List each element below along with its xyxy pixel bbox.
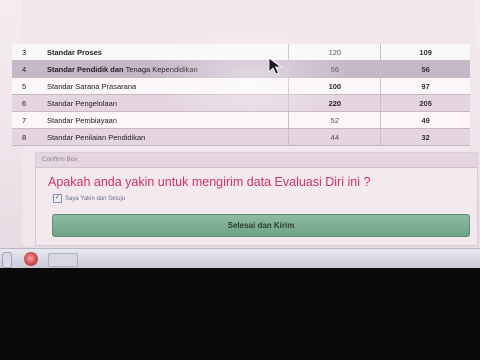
submit-button[interactable]: Selesai dan Kirim (52, 214, 470, 237)
confirmation-question: Apakah anda yakin untuk mengirim data Ev… (48, 175, 371, 189)
score-value: 32 (380, 128, 470, 146)
taskbar (0, 248, 480, 268)
table-row: 6 Standar Pengelolaan 220 205 (12, 94, 470, 112)
standard-name: Standar Sarana Prasarana (42, 77, 289, 95)
score-value: 44 (288, 128, 381, 146)
row-number: 4 (12, 60, 43, 78)
browser-icon[interactable] (24, 252, 38, 266)
row-number: 6 (12, 94, 43, 112)
evaluation-table: 3 Standar Proses 120 109 4 Standar Pendi… (12, 44, 470, 146)
score-value: 120 (288, 44, 381, 61)
taskbar-window-icon[interactable] (48, 253, 78, 267)
score-value: 205 (380, 94, 470, 112)
confirm-box: Confirm Box Apakah anda yakin untuk meng… (35, 152, 478, 246)
agree-checkbox[interactable]: ✓ (53, 194, 62, 203)
table-row: 7 Standar Pembiayaan 52 49 (12, 111, 470, 129)
row-number: 8 (12, 128, 43, 146)
standard-name: Standar Pengelolaan (42, 94, 289, 112)
score-value: 220 (288, 94, 381, 112)
score-value: 109 (380, 44, 470, 61)
score-value: 97 (380, 77, 470, 95)
score-value: 100 (288, 77, 381, 95)
score-value: 52 (288, 111, 381, 129)
score-value: 56 (288, 60, 381, 78)
score-value: 49 (380, 111, 470, 129)
score-value: 56 (380, 60, 470, 78)
table-row: 4 Standar Pendidik dan Tenaga Kependidik… (12, 60, 470, 78)
row-number: 5 (12, 77, 43, 95)
row-number: 7 (12, 111, 43, 129)
monitor-bezel (0, 268, 480, 360)
standard-name: Standar Penilaian Pendidikan (42, 128, 289, 146)
agree-label: Saya Yakin dan Setuju (65, 195, 126, 202)
show-desktop-icon[interactable] (2, 252, 12, 268)
confirm-box-title: Confirm Box (36, 153, 477, 168)
screen: 3 Standar Proses 120 109 4 Standar Pendi… (0, 0, 480, 268)
table-row: 5 Standar Sarana Prasarana 100 97 (12, 77, 470, 95)
agree-option[interactable]: ✓ Saya Yakin dan Setuju (53, 194, 125, 203)
arrow-cursor-icon (268, 57, 283, 75)
standard-name: Standar Pendidik dan Tenaga Kependidikan (42, 60, 289, 78)
row-number: 3 (12, 44, 43, 61)
standard-name: Standar Proses (42, 44, 289, 61)
standard-name: Standar Pembiayaan (42, 111, 289, 129)
table-row: 3 Standar Proses 120 109 (12, 44, 470, 61)
table-row: 8 Standar Penilaian Pendidikan 44 32 (12, 128, 470, 146)
